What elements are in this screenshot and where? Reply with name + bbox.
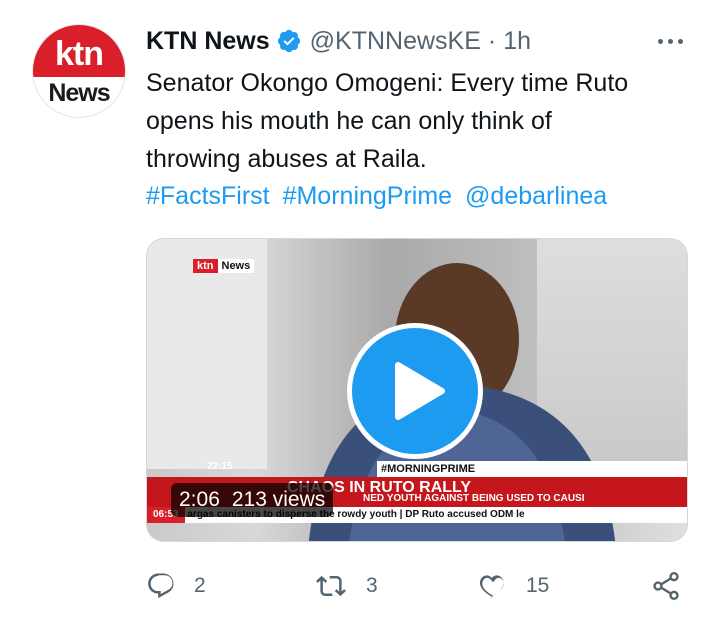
retweet-count: 3	[366, 574, 378, 597]
verified-badge-icon	[276, 28, 302, 54]
tweet-text: Senator Okongo Omogeni: Every time Ruto …	[146, 64, 706, 178]
video-logo-ktn: ktn	[193, 259, 218, 273]
author-name[interactable]: KTN News	[146, 27, 270, 56]
retweet-icon	[316, 575, 346, 597]
video-ticker-top: #MORNINGPRIME	[377, 461, 687, 477]
avatar[interactable]: ktn News	[32, 24, 126, 118]
tweet-tags: #FactsFirst #MorningPrime @debarlinea	[146, 177, 613, 215]
separator-dot: ·	[487, 26, 497, 55]
tweet-text-line: opens his mouth he can only think of	[146, 107, 552, 135]
video-channel-logo: ktn News	[193, 259, 255, 273]
like-button[interactable]: 15	[478, 566, 549, 606]
video-logo-news: News	[217, 259, 255, 273]
video-clock-top: 22:15	[207, 461, 233, 472]
avatar-logo-bottom: News	[48, 79, 110, 107]
share-icon	[653, 572, 679, 600]
hashtag-link[interactable]: #FactsFirst	[146, 182, 270, 210]
share-button[interactable]	[650, 566, 682, 606]
author-handle[interactable]: @KTNNewsKE	[310, 27, 481, 56]
mention-link[interactable]: @debarlinea	[465, 182, 607, 210]
tweet-header: KTN News @KTNNewsKE · 1h	[146, 24, 531, 58]
video-background	[147, 239, 267, 469]
like-count: 15	[526, 574, 550, 597]
timestamp[interactable]: 1h	[503, 27, 531, 56]
video-ticker-sub: NED YOUTH AGAINST BEING USED TO CAUSI	[363, 493, 585, 504]
reply-count: 2	[194, 574, 206, 597]
avatar-logo-top: ktn	[55, 35, 104, 73]
play-icon	[395, 362, 445, 420]
reply-button[interactable]: 2	[146, 566, 206, 606]
video-views: 213 views	[231, 488, 326, 511]
video-stats: 2:06 213 views	[171, 483, 334, 517]
play-button[interactable]	[347, 323, 483, 459]
more-icon[interactable]	[650, 28, 690, 54]
tweet-text-line: throwing abuses at Raila.	[146, 145, 427, 173]
video-duration: 2:06	[179, 488, 220, 511]
tweet-actions: 2 3 15	[146, 566, 691, 606]
reply-icon	[148, 573, 174, 599]
tweet-text-line: Senator Okongo Omogeni: Every time Ruto	[146, 69, 629, 97]
video-player[interactable]: ktn News 22:15 #MORNINGPRIME CHAOS IN RU…	[146, 238, 688, 542]
like-icon	[479, 575, 504, 598]
retweet-button[interactable]: 3	[314, 566, 378, 606]
hashtag-link[interactable]: #MorningPrime	[283, 182, 453, 210]
